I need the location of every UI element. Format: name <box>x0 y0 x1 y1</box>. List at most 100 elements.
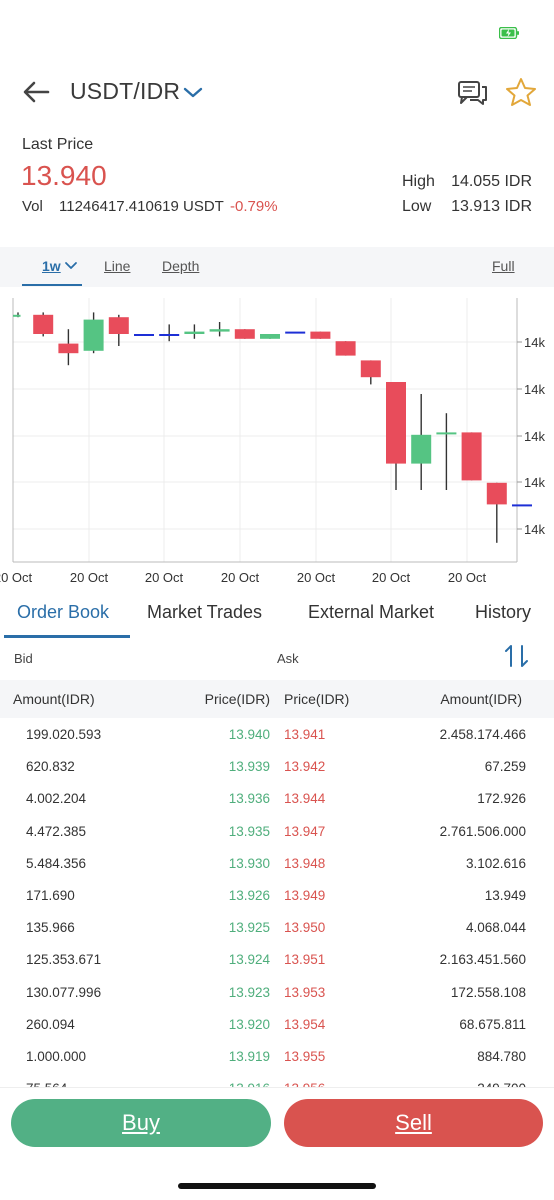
action-bar: Buy Sell <box>0 1087 554 1200</box>
interval-selector[interactable]: 1w <box>42 258 61 274</box>
candle <box>285 331 306 334</box>
table-row[interactable]: 4.002.204 13.936 13.944 172.926 <box>0 783 554 815</box>
orderbook-list[interactable]: 199.020.593 13.940 13.941 2.458.174.466 620.… <box>0 719 554 1087</box>
candlestick-chart[interactable]: 14k 14k 14k 14k 14k 20 Oct 20 Oct 20 Oct 20 Oct 2… <box>0 290 554 590</box>
low-label: Low <box>402 198 432 215</box>
ask-amount: 13.949 <box>484 887 526 903</box>
candle <box>386 382 406 464</box>
bid-price: 13.923 <box>228 984 270 1000</box>
candle <box>234 329 255 339</box>
table-row[interactable]: 130.077.996 13.923 13.953 172.558.108 <box>0 977 554 1009</box>
battery-charging-icon <box>499 27 519 39</box>
ask-amount: 172.558.108 <box>450 984 526 1000</box>
ask-price: 13.948 <box>284 855 326 871</box>
price-change: -0.79% <box>230 198 278 215</box>
high-value: 14.055 IDR <box>451 173 532 190</box>
ask-amount: 2.163.451.560 <box>439 952 526 968</box>
table-row[interactable]: 125.353.671 13.924 13.951 2.163.451.560 <box>0 944 554 976</box>
buy-button[interactable]: Buy <box>11 1099 271 1147</box>
bid-amount: 135.966 <box>26 920 75 936</box>
arrow-left-icon[interactable] <box>20 78 54 106</box>
ask-price: 13.942 <box>284 759 326 775</box>
y-tick-label: 14k <box>524 335 545 350</box>
table-row[interactable]: 75.56413.91613.956249.700 <box>0 1073 554 1087</box>
ask-price: 13.951 <box>284 952 326 968</box>
table-row[interactable]: 171.690 13.926 13.949 13.949 <box>0 880 554 912</box>
bid-amount: 171.690 <box>26 887 75 903</box>
table-row[interactable]: 620.832 13.939 13.942 67.259 <box>0 751 554 783</box>
candle <box>310 331 331 339</box>
pair-title[interactable]: USDT/IDR <box>70 78 180 105</box>
bid-price: 13.926 <box>228 887 270 903</box>
bid-price: 13.924 <box>228 952 270 968</box>
chevron-down-icon[interactable] <box>181 82 205 102</box>
bid-amount: 260.094 <box>26 1016 75 1032</box>
column-ask-price: Price(IDR) <box>284 691 350 707</box>
ask-amount: 172.926 <box>477 791 526 807</box>
bid-price: 13.936 <box>228 791 270 807</box>
candle <box>436 432 457 435</box>
swap-arrows-icon[interactable] <box>502 642 532 670</box>
table-row[interactable]: 260.094 13.920 13.954 68.675.811 <box>0 1009 554 1041</box>
tab-market-trades[interactable]: Market Trades <box>147 602 262 623</box>
ask-price: 13.950 <box>284 920 326 936</box>
ask-amount: 884.780 <box>477 1048 526 1064</box>
tab-history[interactable]: History <box>475 602 531 623</box>
last-price-value: 13.940 <box>21 160 107 191</box>
candle <box>184 331 205 334</box>
x-tick-label: 20 Oct <box>0 570 33 585</box>
bid-amount: 125.353.671 <box>26 952 102 968</box>
table-row[interactable]: 5.484.356 13.930 13.948 3.102.616 <box>0 848 554 880</box>
tab-line[interactable]: Line <box>104 258 130 274</box>
candle <box>159 334 180 336</box>
tab-depth[interactable]: Depth <box>162 258 199 274</box>
chart-toolbar: 1w Line Depth Full <box>0 247 554 287</box>
tab-external-market[interactable]: External Market <box>308 602 434 623</box>
ask-price: 13.947 <box>284 823 326 839</box>
ask-price: 13.955 <box>284 1048 326 1064</box>
tab-order-book[interactable]: Order Book <box>17 602 109 623</box>
candle <box>411 434 432 464</box>
ask-amount: 2.761.506.000 <box>439 823 526 839</box>
ask-label: Ask <box>277 651 299 666</box>
volume-label: Vol <box>22 198 43 215</box>
candle <box>260 334 280 339</box>
bid-price: 13.925 <box>228 920 270 936</box>
home-indicator <box>178 1183 376 1189</box>
x-tick-label: 20 Oct <box>221 570 260 585</box>
bid-price: 13.939 <box>228 759 270 775</box>
ask-amount: 68.675.811 <box>459 1016 526 1032</box>
y-tick-label: 14k <box>524 429 545 444</box>
candle <box>486 482 507 505</box>
candle <box>209 329 230 332</box>
table-row[interactable]: 135.966 13.925 13.950 4.068.044 <box>0 912 554 944</box>
bid-price: 13.940 <box>228 727 270 742</box>
interval-underline <box>22 284 82 286</box>
ask-amount: 3.102.616 <box>465 855 526 871</box>
price-summary: Last Price 13.940 Vol 11246417.410619 US… <box>0 130 554 230</box>
tab-full[interactable]: Full <box>492 258 515 274</box>
chat-bubbles-icon[interactable] <box>456 78 490 108</box>
orderbook-columns: Amount(IDR) Price(IDR) Price(IDR) Amount… <box>0 680 554 718</box>
sell-button[interactable]: Sell <box>284 1099 543 1147</box>
x-tick-label: 20 Oct <box>297 570 336 585</box>
chevron-down-icon[interactable] <box>64 261 78 271</box>
candle <box>335 341 356 356</box>
candle <box>58 343 79 354</box>
candle <box>13 314 21 317</box>
candle <box>360 360 381 378</box>
high-label: High <box>402 173 435 190</box>
bid-amount: 4.472.385 <box>26 823 87 839</box>
table-row[interactable]: 199.020.593 13.940 13.941 2.458.174.466 <box>0 719 554 751</box>
candle <box>461 432 482 481</box>
star-outline-icon[interactable] <box>504 76 538 108</box>
candle <box>33 314 54 334</box>
ask-price: 13.941 <box>284 727 326 742</box>
table-row[interactable]: 1.000.000 13.919 13.955 884.780 <box>0 1041 554 1073</box>
bid-label: Bid <box>14 651 33 666</box>
active-tab-underline <box>4 635 130 638</box>
x-tick-label: 20 Oct <box>70 570 109 585</box>
y-tick-label: 14k <box>524 475 545 490</box>
candle <box>83 319 104 351</box>
table-row[interactable]: 4.472.385 13.935 13.947 2.761.506.000 <box>0 816 554 848</box>
